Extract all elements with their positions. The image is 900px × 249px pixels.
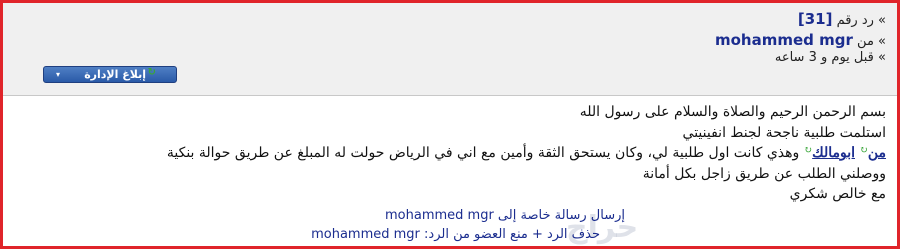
- message-line-3-text: وهذي كانت اول طلبية لي، وكان يستحق الثقة…: [166, 145, 800, 161]
- send-private-message-link[interactable]: إرسال رسالة خاصة إلى mohammed mgr: [385, 208, 625, 223]
- message-link-abumalek[interactable]: ابومالك: [812, 145, 855, 161]
- reply-number: [31]: [797, 10, 833, 28]
- delete-reply-link[interactable]: حذف الرد + منع العضو من الرد: mohammed m…: [311, 227, 600, 242]
- message-line-1: بسم الرحمن الرحيم والصلاة والسلام على رس…: [579, 104, 886, 120]
- report-label: إبلاغ الإدارة: [84, 68, 146, 81]
- message-line-5: مع خالص شكري: [789, 186, 886, 202]
- refresh-icon: ↻: [147, 67, 156, 78]
- message-line-2: استلمت طلبية ناجحة لجنط انفينيتي: [682, 125, 886, 141]
- refresh-icon: ↻: [859, 145, 868, 156]
- post-time: » قبل يوم و 3 ساعه: [774, 50, 886, 65]
- message-link-from[interactable]: من: [868, 145, 886, 161]
- author-link[interactable]: mohammed mgr: [715, 31, 853, 49]
- report-to-admin-button[interactable]: ↻ إبلاغ الإدارة ▾: [43, 66, 177, 83]
- reply-number-row: » رد رقم [31]: [798, 10, 886, 28]
- refresh-icon: ↻: [803, 145, 813, 156]
- message-line-4: ووصلني الطلب عن طريق زاجل بكل أمانة: [642, 166, 886, 182]
- reply-prefix: » رد رقم: [836, 13, 886, 28]
- chevron-down-icon: ▾: [56, 70, 61, 79]
- message-line-3: من↻ ابومالك↻ وهذي كانت اول طلبية لي، وكا…: [167, 145, 886, 161]
- author-row: » من mohammed mgr: [715, 31, 886, 49]
- from-prefix: » من: [857, 34, 886, 49]
